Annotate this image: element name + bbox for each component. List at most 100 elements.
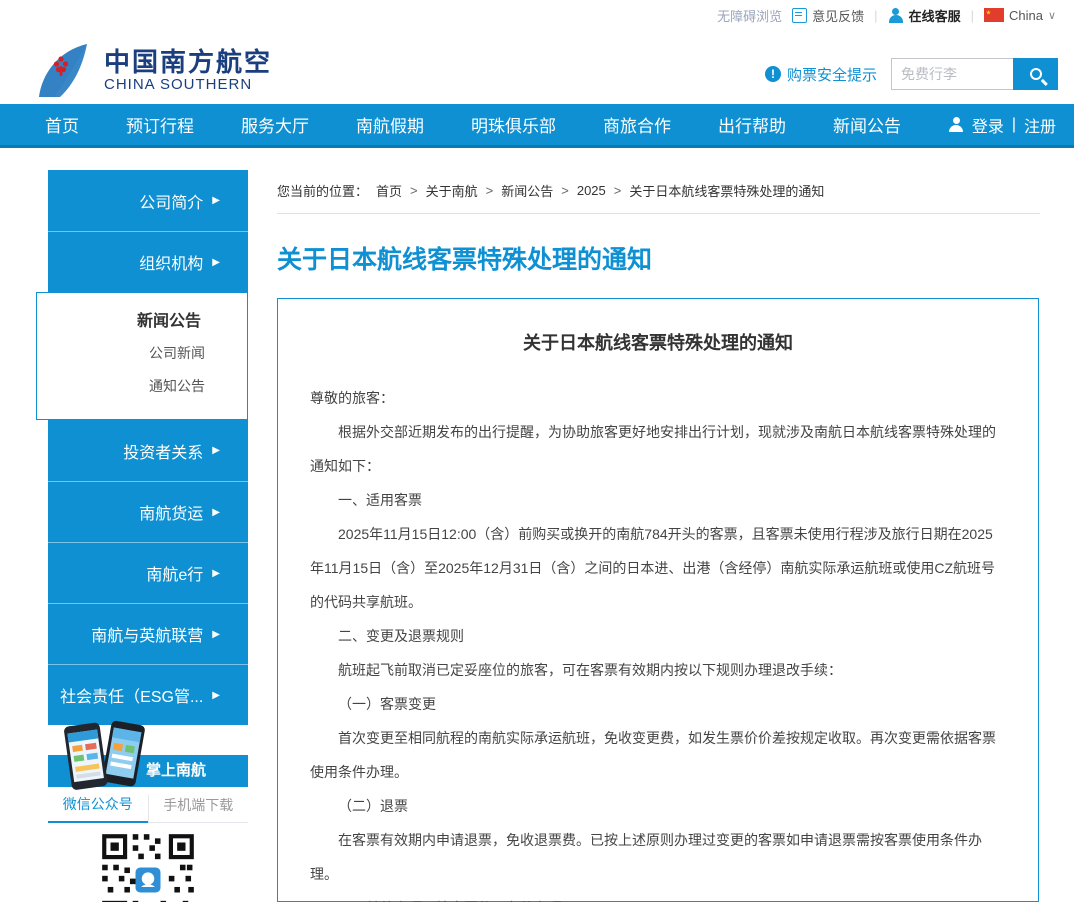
sidebar-item-ba-joint-venture[interactable]: 南航与英航联营 ▶ xyxy=(48,603,248,664)
auth-divider: | xyxy=(1012,116,1016,134)
sidebar-item-label: 南航货运 xyxy=(139,500,203,524)
main-navigation: 首页 预订行程 服务大厅 南航假期 明珠俱乐部 商旅合作 出行帮助 新闻公告 登… xyxy=(0,104,1074,148)
nav-item-travel-help[interactable]: 出行帮助 xyxy=(718,112,786,137)
arrow-right-icon: ▶ xyxy=(212,690,220,701)
wechat-qr-code xyxy=(76,830,220,902)
alert-icon: ! xyxy=(765,66,781,82)
nav-item-news[interactable]: 新闻公告 xyxy=(833,112,901,137)
breadcrumb: 您当前的位置： 首页 > 关于南航 > 新闻公告 > 2025 > 关于日本航线… xyxy=(277,181,1040,214)
article-paragraph: 在客票有效期内申请退票，免收退票费。已按上述原则办理过变更的客票如申请退票需按客… xyxy=(310,823,1006,891)
register-link[interactable]: 注册 xyxy=(1024,113,1056,137)
region-label: China xyxy=(1009,8,1043,23)
sidebar-subitem-company-news[interactable]: 公司新闻 xyxy=(37,337,247,370)
safety-tip-label: 购票安全提示 xyxy=(787,64,877,85)
breadcrumb-2025[interactable]: 2025 xyxy=(577,183,606,198)
sidebar-item-news-announcements[interactable]: 新闻公告 xyxy=(37,307,247,337)
search-input[interactable] xyxy=(891,58,1013,90)
nav-item-home[interactable]: 首页 xyxy=(45,112,79,137)
sidebar-item-esg[interactable]: 社会责任（ESG管... ▶ xyxy=(48,664,248,725)
main-content: 您当前的位置： 首页 > 关于南航 > 新闻公告 > 2025 > 关于日本航线… xyxy=(277,148,1040,902)
region-selector[interactable]: China ∨ xyxy=(984,8,1056,23)
site-search xyxy=(891,58,1058,90)
sidebar-item-label: 社会责任（ESG管... xyxy=(60,683,203,707)
article-paragraph: （二）退票 xyxy=(310,789,1006,823)
nav-item-sky-pearl-club[interactable]: 明珠俱乐部 xyxy=(471,112,556,137)
breadcrumb-separator: > xyxy=(410,183,418,198)
article-paragraph: 一、适用客票 xyxy=(310,483,1006,517)
tab-wechat-account[interactable]: 微信公众号 xyxy=(48,794,148,823)
sidebar-item-company-profile[interactable]: 公司简介 ▶ xyxy=(48,170,248,231)
user-icon xyxy=(949,117,964,132)
sidebar-item-cargo[interactable]: 南航货运 ▶ xyxy=(48,481,248,542)
sidebar-item-label: 南航e行 xyxy=(146,561,203,585)
article-paragraph: 2025年11月15日12:00（含）前购买或换开的南航784开头的客票，且客票… xyxy=(310,517,1006,619)
nav-item-booking[interactable]: 预订行程 xyxy=(126,112,194,137)
article-body: 尊敬的旅客： 根据外交部近期发布的出行提醒，为协助旅客更好地安排出行计划，现就涉… xyxy=(310,381,1006,902)
breadcrumb-separator: > xyxy=(561,183,569,198)
breadcrumb-about[interactable]: 关于南航 xyxy=(426,181,478,200)
agent-icon xyxy=(888,7,904,23)
auth-area: 登录 | 注册 xyxy=(949,113,1056,137)
china-flag-icon xyxy=(984,8,1004,22)
search-icon xyxy=(1030,68,1042,80)
accessibility-link[interactable]: 无障碍浏览 xyxy=(717,6,782,25)
sidebar-item-e-travel[interactable]: 南航e行 ▶ xyxy=(48,542,248,603)
breadcrumb-home[interactable]: 首页 xyxy=(376,181,402,200)
article-title: 关于日本航线客票特殊处理的通知 xyxy=(310,329,1006,355)
arrow-right-icon: ▶ xyxy=(212,195,220,206)
breadcrumb-news[interactable]: 新闻公告 xyxy=(501,181,553,200)
breadcrumb-separator: > xyxy=(614,183,622,198)
tailfin-logo-icon xyxy=(34,42,92,98)
page-body: 公司简介 ▶ 组织机构 ▶ 新闻公告 公司新闻 通知公告 投资者关系 ▶ 南航货… xyxy=(0,148,1074,902)
online-service-label: 在线客服 xyxy=(909,6,961,25)
header-right-tools: ! 购票安全提示 xyxy=(765,58,1058,90)
feedback-form-icon xyxy=(792,8,807,23)
mobile-phones-image xyxy=(60,720,152,792)
logo-chinese-name: 中国南方航空 xyxy=(104,48,272,76)
page-title: 关于日本航线客票特殊处理的通知 xyxy=(277,240,1040,276)
article-paragraph: （一）客票变更 xyxy=(310,687,1006,721)
logo-english-name: CHINA SOUTHERN xyxy=(104,76,272,93)
article-paragraph: 三、其他事项，按客票使用条件办理。 xyxy=(310,891,1006,902)
feedback-label: 意见反馈 xyxy=(812,6,864,25)
mobile-app-panel: 掌上南航 微信公众号 手机端下载 xyxy=(48,720,248,902)
site-header: 中国南方航空 CHINA SOUTHERN ! 购票安全提示 xyxy=(0,24,1074,104)
breadcrumb-separator: > xyxy=(486,183,494,198)
arrow-right-icon: ▶ xyxy=(212,257,220,268)
sidebar-item-label: 南航与英航联营 xyxy=(91,622,203,646)
breadcrumb-current: 关于日本航线客票特殊处理的通知 xyxy=(629,181,824,200)
article-paragraph: 根据外交部近期发布的出行提醒，为协助旅客更好地安排出行计划，现就涉及南航日本航线… xyxy=(310,415,1006,483)
article-paragraph: 尊敬的旅客： xyxy=(310,381,1006,415)
topbar-divider: | xyxy=(874,8,877,23)
arrow-right-icon: ▶ xyxy=(212,445,220,456)
sidebar-item-investor-relations[interactable]: 投资者关系 ▶ xyxy=(48,420,248,481)
logo-wordmark: 中国南方航空 CHINA SOUTHERN xyxy=(104,48,272,93)
sidebar-subitem-notices[interactable]: 通知公告 xyxy=(37,370,247,403)
arrow-right-icon: ▶ xyxy=(212,568,220,579)
article-paragraph: 航班起飞前取消已定妥座位的旅客，可在客票有效期内按以下规则办理退改手续： xyxy=(310,653,1006,687)
login-link[interactable]: 登录 xyxy=(972,113,1004,137)
company-logo[interactable]: 中国南方航空 CHINA SOUTHERN xyxy=(34,42,272,98)
chevron-down-icon: ∨ xyxy=(1048,9,1056,22)
sidebar-item-label: 组织机构 xyxy=(139,250,203,274)
arrow-right-icon: ▶ xyxy=(212,629,220,640)
online-service-link[interactable]: 在线客服 xyxy=(888,6,961,25)
top-utility-bar: 无障碍浏览 意见反馈 | 在线客服 | China ∨ xyxy=(0,0,1074,24)
article-paragraph: 二、变更及退票规则 xyxy=(310,619,1006,653)
feedback-link[interactable]: 意见反馈 xyxy=(792,6,864,25)
notice-article-box: 关于日本航线客票特殊处理的通知 尊敬的旅客： 根据外交部近期发布的出行提醒，为协… xyxy=(277,298,1039,902)
search-button[interactable] xyxy=(1013,58,1058,90)
sidebar-item-label: 投资者关系 xyxy=(123,439,203,463)
topbar-divider: | xyxy=(971,8,974,23)
sidebar-item-label: 公司简介 xyxy=(139,189,203,213)
nav-item-corporate-travel[interactable]: 商旅合作 xyxy=(603,112,671,137)
arrow-right-icon: ▶ xyxy=(212,507,220,518)
sidebar-item-organization[interactable]: 组织机构 ▶ xyxy=(48,231,248,292)
breadcrumb-label: 您当前的位置： xyxy=(277,181,368,200)
tab-mobile-download[interactable]: 手机端下载 xyxy=(148,795,249,822)
ticket-safety-tip-link[interactable]: ! 购票安全提示 xyxy=(765,64,877,85)
nav-item-holidays[interactable]: 南航假期 xyxy=(356,112,424,137)
section-sidebar: 公司简介 ▶ 组织机构 ▶ 新闻公告 公司新闻 通知公告 投资者关系 ▶ 南航货… xyxy=(48,170,248,725)
article-paragraph: 首次变更至相同航程的南航实际承运航班，免收变更费，如发生票价价差按规定收取。再次… xyxy=(310,721,1006,789)
nav-item-service-hall[interactable]: 服务大厅 xyxy=(241,112,309,137)
